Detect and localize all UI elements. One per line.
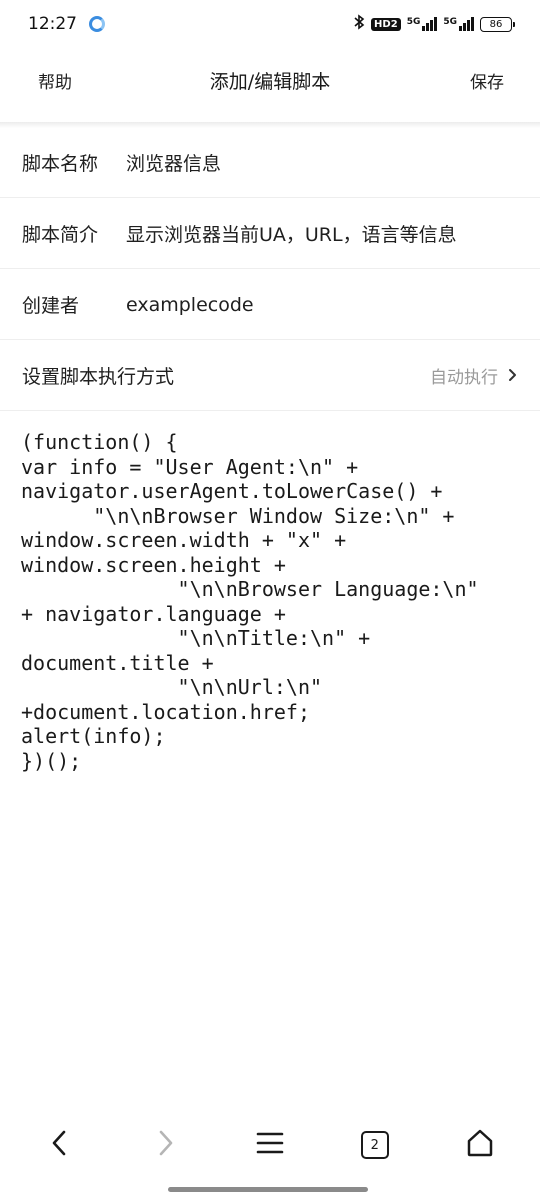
script-description-row[interactable]: 脚本简介 显示浏览器当前UA，URL，语言等信息: [0, 199, 540, 269]
script-name-label: 脚本名称: [22, 153, 99, 175]
network-type-label: 5G: [406, 17, 421, 27]
execution-mode-value: 自动执行: [430, 368, 498, 388]
signal-icon: 5G: [407, 17, 438, 31]
battery-level: 86: [489, 18, 503, 30]
help-button[interactable]: 帮助: [38, 68, 72, 93]
chevron-right-icon: [508, 364, 518, 388]
back-button[interactable]: [30, 1115, 90, 1175]
network-type-label: 5G: [443, 17, 457, 27]
browser-app-icon: [89, 16, 105, 32]
chevron-left-icon: [50, 1129, 70, 1161]
execution-mode-label: 设置脚本执行方式: [22, 366, 175, 388]
menu-button[interactable]: [240, 1115, 300, 1175]
status-time: 12:27: [28, 14, 77, 34]
home-button[interactable]: [450, 1115, 510, 1175]
home-indicator[interactable]: [168, 1187, 368, 1192]
hamburger-menu-icon: [256, 1131, 284, 1159]
hd-voice-badge: HD2: [371, 17, 401, 31]
script-code-editor[interactable]: (function() { var info = "User Agent:\n"…: [21, 430, 521, 773]
page-title: 添加/编辑脚本: [209, 70, 331, 93]
script-name-field[interactable]: 浏览器信息: [126, 149, 221, 176]
forward-button[interactable]: [135, 1115, 195, 1175]
script-author-label: 创建者: [22, 295, 80, 317]
tabs-button[interactable]: 2: [345, 1115, 405, 1175]
script-author-row[interactable]: 创建者 examplecode: [0, 270, 540, 340]
script-description-label: 脚本简介: [22, 224, 99, 246]
bluetooth-icon: [353, 14, 365, 34]
status-bar: 12:27 HD2 5G 5G 86: [0, 0, 540, 48]
save-button[interactable]: 保存: [470, 68, 504, 93]
execution-mode-row[interactable]: 设置脚本执行方式 自动执行: [0, 341, 540, 411]
signal-icon: 5G: [443, 17, 474, 31]
script-description-field[interactable]: 显示浏览器当前UA，URL，语言等信息: [126, 220, 457, 247]
chevron-right-icon: [155, 1129, 175, 1161]
app-header: 帮助 添加/编辑脚本 保存: [0, 48, 540, 112]
home-icon: [465, 1128, 495, 1162]
script-name-row[interactable]: 脚本名称 浏览器信息: [0, 128, 540, 198]
bottom-nav: 2: [0, 1110, 540, 1180]
status-indicators: HD2 5G 5G 86: [353, 14, 515, 34]
execution-mode-selector[interactable]: 自动执行: [430, 363, 518, 388]
tab-count: 2: [370, 1137, 379, 1153]
script-author-field[interactable]: examplecode: [126, 294, 254, 316]
battery-icon: 86: [480, 16, 515, 32]
tabs-icon: 2: [360, 1131, 389, 1159]
